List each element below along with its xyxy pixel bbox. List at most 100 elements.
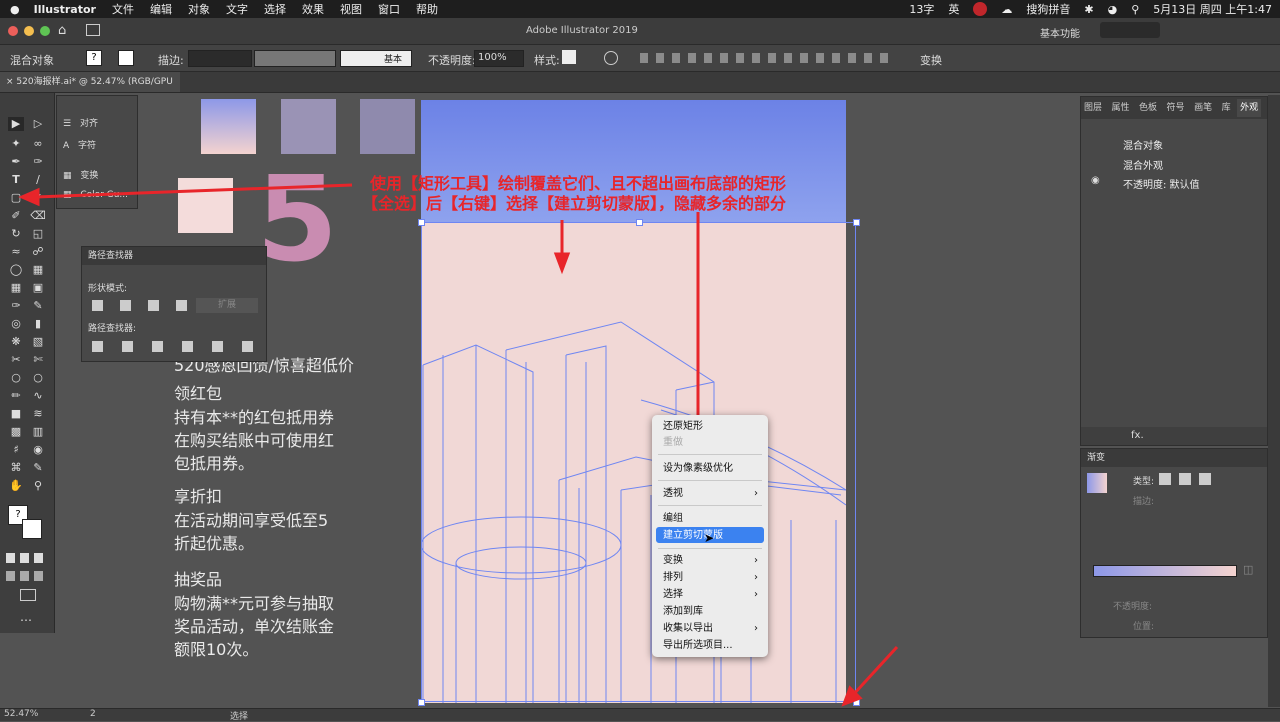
draw-mode-icons[interactable]: [6, 571, 46, 581]
free-transform-icon[interactable]: ■: [8, 407, 24, 421]
chat-icon[interactable]: ☁: [1001, 3, 1012, 16]
pathfinder-title[interactable]: 路径查找器: [82, 247, 266, 265]
symbol-sprayer-icon[interactable]: ❋: [8, 335, 24, 349]
fill-swatch[interactable]: ?: [86, 50, 102, 66]
search-icon[interactable]: ⚲: [1131, 3, 1139, 16]
blend-icon[interactable]: ◎: [8, 317, 24, 331]
paintbrush-icon[interactable]: ✓: [30, 191, 46, 205]
minimize-window-button[interactable]: [24, 26, 34, 36]
selection-tool-icon[interactable]: ▶: [8, 117, 24, 131]
gradient-preview-swatch[interactable]: [1087, 473, 1107, 493]
menu-select[interactable]: 选择: [264, 1, 286, 17]
menu-item-group[interactable]: 编组: [663, 511, 683, 526]
magic-wand-icon[interactable]: ✦: [8, 137, 24, 151]
big-number-five[interactable]: 5: [256, 160, 338, 278]
tab-swatches[interactable]: 色板: [1136, 99, 1160, 117]
menu-item-collect-for-export[interactable]: 收集以导出: [663, 621, 713, 636]
expand-button[interactable]: 扩展: [196, 298, 258, 313]
transform-row[interactable]: ▦ 变换: [63, 168, 98, 181]
promo-line[interactable]: 持有本**的红包抵用券: [174, 404, 334, 428]
menu-item-perspective[interactable]: 透视: [663, 486, 683, 501]
selection-handle[interactable]: [418, 699, 425, 706]
pathfinder-buttons[interactable]: [92, 341, 258, 352]
color-swatch-2[interactable]: [281, 99, 336, 154]
document-tab[interactable]: × 520海报样.ai* @ 52.47% (RGB/GPU 预览): [0, 72, 180, 107]
chart-tool-icon[interactable]: ▥: [30, 425, 46, 439]
eyedropper-icon[interactable]: ✑: [8, 299, 24, 313]
rectangle-icon[interactable]: ▢: [8, 191, 24, 205]
menu-view[interactable]: 视图: [340, 1, 362, 17]
live-paint-icon[interactable]: ▩: [8, 425, 24, 439]
tab-layers[interactable]: 图层: [1081, 99, 1105, 117]
menu-item-transform[interactable]: 变换: [663, 553, 683, 568]
visibility-eye-icon[interactable]: ◉: [1091, 175, 1100, 186]
more-tools-icon[interactable]: ⋯: [20, 613, 32, 627]
fx-button[interactable]: fx.: [1131, 430, 1144, 441]
appearance-row-blend[interactable]: 混合外观: [1123, 157, 1163, 172]
promo-line[interactable]: 额限10次。: [174, 636, 258, 660]
zoom-level[interactable]: 52.47%: [4, 709, 38, 719]
close-icon[interactable]: ×: [6, 77, 14, 87]
selection-handle[interactable]: [853, 699, 860, 706]
rotate-icon[interactable]: ↻: [8, 227, 24, 241]
menu-window[interactable]: 窗口: [378, 1, 400, 17]
align-row[interactable]: ☰ 对齐: [63, 116, 98, 129]
appearance-row-opacity[interactable]: 不透明度: 默认值: [1123, 176, 1200, 191]
promo-line[interactable]: 包抵用券。: [174, 450, 254, 474]
measure-icon[interactable]: ✎: [30, 299, 46, 313]
wifi-icon[interactable]: ◕: [1108, 3, 1118, 16]
menu-item-arrange[interactable]: 排列: [663, 570, 683, 585]
recolor-icon[interactable]: [604, 51, 618, 65]
lang-indicator[interactable]: 英: [948, 1, 959, 17]
search-field[interactable]: [1100, 22, 1160, 38]
artboard-nav[interactable]: 2: [90, 709, 96, 719]
blob-brush-icon[interactable]: ○: [30, 371, 46, 385]
lasso-icon[interactable]: ∞: [30, 137, 46, 151]
tab-symbols[interactable]: 符号: [1164, 99, 1188, 117]
ellipse-icon[interactable]: ○: [8, 371, 24, 385]
eraser-icon[interactable]: ⌫: [30, 209, 46, 223]
vertical-scrollbar[interactable]: [1268, 95, 1280, 707]
pencil-icon[interactable]: ✏: [8, 389, 24, 403]
stroke-swatch[interactable]: [118, 50, 134, 66]
tab-libraries[interactable]: 库: [1219, 99, 1234, 117]
promo-line[interactable]: 在活动期间享受低至5: [174, 507, 328, 531]
type-icon[interactable]: T: [8, 173, 24, 187]
close-window-button[interactable]: [8, 26, 18, 36]
gradient-tool-icon[interactable]: ▣: [30, 281, 46, 295]
menu-item-undo-rectangle[interactable]: 还原矩形: [663, 419, 703, 434]
gradient-title[interactable]: 渐变: [1081, 449, 1267, 467]
curvature-icon[interactable]: ✑: [30, 155, 46, 169]
align-icons[interactable]: [640, 53, 890, 63]
character-row[interactable]: A 字符: [63, 138, 96, 151]
tab-properties[interactable]: 属性: [1109, 99, 1133, 117]
screen-mode-icon[interactable]: [20, 589, 36, 601]
trash-icon[interactable]: ◫: [1243, 563, 1253, 576]
menu-effect[interactable]: 效果: [302, 1, 324, 17]
selection-handle[interactable]: [418, 219, 425, 226]
tab-appearance[interactable]: 外观: [1237, 99, 1262, 117]
tab-brushes[interactable]: 画笔: [1191, 99, 1215, 117]
home-icon[interactable]: ⌂: [58, 23, 66, 38]
appearance-row-object[interactable]: 混合对象: [1123, 137, 1163, 152]
promo-line[interactable]: 领红包: [174, 380, 222, 404]
promo-line[interactable]: 折起优惠。: [174, 530, 254, 554]
crop-icon[interactable]: ⌘: [8, 461, 24, 475]
gradient-slider[interactable]: [1093, 565, 1237, 577]
pen-icon[interactable]: ✒: [8, 155, 24, 169]
line-icon[interactable]: ∕: [30, 173, 46, 187]
shape-builder-icon[interactable]: ◯: [8, 263, 24, 277]
perspective-icon[interactable]: ▦: [30, 263, 46, 277]
color-mode-icons[interactable]: [6, 553, 46, 563]
color-guide-icon[interactable]: ◉: [30, 443, 46, 457]
apple-icon[interactable]: ●: [10, 3, 20, 16]
promo-line[interactable]: 在购买结账中可使用红: [174, 427, 334, 451]
zoom-window-button[interactable]: [40, 26, 50, 36]
menu-object[interactable]: 对象: [188, 1, 210, 17]
color-guide-row[interactable]: ▦ Color Gu...: [63, 190, 128, 200]
promo-line[interactable]: 享折扣: [174, 483, 222, 507]
menu-item-export-selection[interactable]: 导出所选项目...: [663, 638, 733, 653]
stroke-icon[interactable]: [22, 519, 42, 539]
menu-item-add-to-library[interactable]: 添加到库: [663, 604, 703, 619]
style-swatch[interactable]: [562, 50, 576, 64]
